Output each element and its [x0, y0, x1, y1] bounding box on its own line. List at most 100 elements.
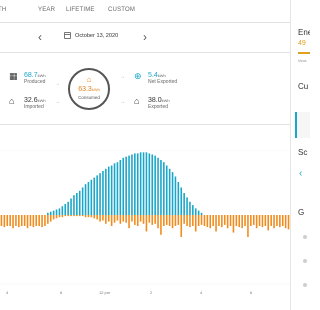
produced-unit: kWh [37, 73, 46, 78]
produced-bar [200, 212, 203, 215]
next-day-chevron-icon[interactable]: › [143, 30, 147, 44]
consumed-bar [270, 215, 272, 226]
consumed-bar [192, 215, 194, 226]
consumed-bar [264, 215, 267, 226]
imported-stat: 32.6kWh Imported [24, 97, 46, 110]
side-section-title: Sc [298, 148, 308, 157]
consumed-bar [81, 215, 84, 217]
consumed-bar [148, 215, 151, 223]
produced-bar [107, 166, 110, 215]
date-divider [0, 52, 290, 53]
consumed-bar [212, 215, 214, 226]
produced-stat: 68.7kWh Produced [24, 72, 46, 85]
produced-bar [171, 172, 174, 215]
side-chevron-left-icon[interactable]: ‹ [299, 168, 302, 179]
consumed-bar [99, 215, 101, 222]
consumed-bar [232, 215, 235, 233]
consumed-bar [189, 215, 191, 228]
exported-label: Exported [148, 104, 169, 110]
produced-value: 68.7 [24, 72, 38, 79]
produced-bar [105, 168, 107, 215]
previous-day-chevron-icon[interactable]: ‹ [38, 30, 42, 44]
consumed-bar [183, 215, 185, 224]
flow-arrow-icon: → [55, 81, 60, 87]
consumed-bar [145, 215, 148, 232]
side-panel: Ene 49 Meas Cu Sc ‹ G [291, 0, 310, 310]
net-exported-value: 5.4 [148, 72, 158, 79]
consumed-bar [276, 215, 278, 226]
consumed-bar [273, 215, 275, 229]
consumed-bar [223, 215, 226, 225]
produced-bar [186, 197, 188, 215]
tabs-divider [0, 22, 290, 23]
consumed-bar [174, 215, 177, 226]
consumed-bar [90, 215, 93, 218]
x-tick-label: 12 pm [99, 290, 111, 295]
consumed-bar [136, 215, 139, 226]
imported-unit: kWh [37, 98, 46, 103]
consumed-bar [168, 215, 171, 226]
consumed-bar [32, 215, 35, 228]
flow-arrow-icon: → [120, 99, 125, 105]
period-tabs: TH YEAR LIFETIME CUSTOM [0, 0, 290, 22]
produced-bar [47, 212, 49, 215]
consumed-bar [194, 215, 197, 232]
side-dot [303, 283, 307, 287]
side-card[interactable] [295, 112, 310, 138]
produced-bar [110, 165, 113, 215]
consumed-bar [221, 215, 223, 228]
stats-divider [0, 124, 290, 125]
produced-label: Produced [24, 79, 46, 85]
imported-value: 32.6 [24, 97, 38, 104]
produced-bar [160, 160, 162, 215]
produced-bar [87, 182, 90, 215]
consumed-bar [125, 215, 127, 223]
consumed-bar [64, 215, 67, 217]
produced-bar [113, 163, 116, 215]
produced-bar [163, 162, 165, 215]
exported-stat: 38.0kWh Exported [148, 97, 170, 110]
consumed-bar [160, 215, 162, 235]
consumed-bar [197, 215, 200, 226]
consumed-bar [70, 215, 72, 217]
tab-month[interactable]: TH [0, 7, 6, 13]
produced-bar [55, 209, 58, 215]
produced-bar [78, 190, 81, 215]
side-caption: Meas [298, 59, 307, 63]
produced-bar [189, 201, 191, 215]
produced-bar [64, 204, 67, 215]
consumed-bar [0, 215, 3, 226]
consumed-bar [206, 215, 209, 228]
consumed-bar [119, 215, 122, 224]
net-export-icon: ⊕ [134, 71, 142, 81]
consumed-bar [9, 215, 11, 226]
consumed-bar [55, 215, 58, 219]
side-progress-bar [298, 52, 310, 54]
side-section-title: Cu [298, 82, 309, 91]
date-picker[interactable]: October 13, 2020 [64, 32, 118, 39]
consumed-bar [122, 215, 125, 222]
produced-bar [165, 165, 168, 215]
produced-bar [76, 193, 78, 215]
consumed-bar [180, 215, 183, 237]
produced-bar [154, 155, 156, 215]
consumed-bar [235, 215, 238, 226]
produced-bar [183, 193, 185, 215]
consumed-bar [23, 215, 26, 226]
tab-lifetime[interactable]: LIFETIME [66, 7, 95, 13]
consumed-bar [93, 215, 96, 219]
produced-bar [180, 187, 183, 215]
tab-year[interactable]: YEAR [38, 7, 55, 13]
tab-custom[interactable]: CUSTOM [108, 7, 135, 13]
side-section-title: G [298, 208, 305, 217]
consumed-bar [177, 215, 180, 225]
consumed-bar [154, 215, 156, 224]
consumed-bar [107, 215, 110, 222]
consumed-bar [142, 215, 145, 224]
produced-bar [102, 171, 104, 215]
grid-tower-icon: ⌂ [134, 96, 140, 106]
produced-bar [119, 160, 122, 215]
produced-bar [194, 208, 197, 215]
grid-tower-icon: ⌂ [9, 96, 15, 106]
consumed-bar [279, 215, 281, 228]
